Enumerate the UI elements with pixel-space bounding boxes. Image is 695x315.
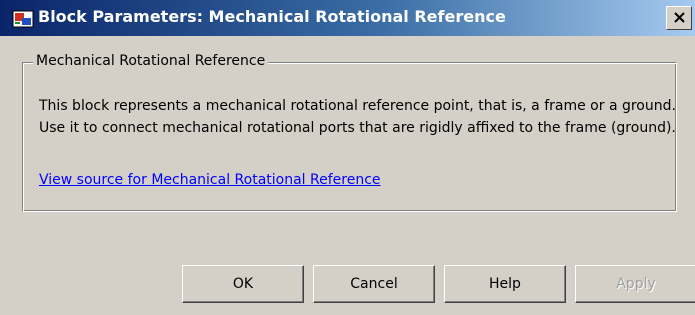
close-icon [674,12,685,23]
group-title: Mechanical Rotational Reference [33,53,269,69]
simulink-block-icon [12,8,34,30]
cancel-button[interactable]: Cancel [313,265,435,303]
title-bar[interactable]: Block Parameters: Mechanical Rotational … [0,0,695,36]
view-source-link[interactable]: View source for Mechanical Rotational Re… [39,172,381,188]
block-description: This block represents a mechanical rotat… [39,98,676,136]
close-button[interactable] [666,6,692,30]
help-button[interactable]: Help [444,265,566,303]
ok-button[interactable]: OK [182,265,304,303]
window-title: Block Parameters: Mechanical Rotational … [38,7,506,26]
apply-button[interactable]: Apply [575,265,695,303]
